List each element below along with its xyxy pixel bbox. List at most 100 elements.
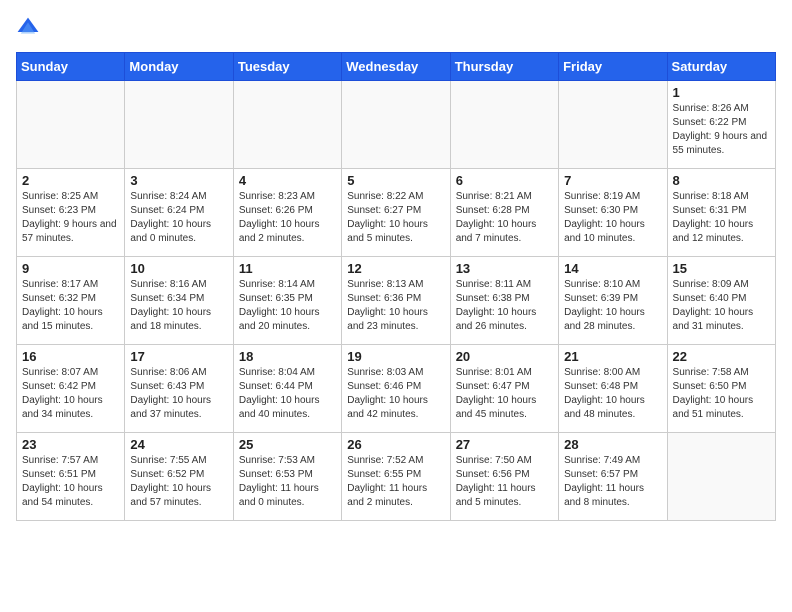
- calendar-cell: [342, 81, 450, 169]
- calendar-cell: [17, 81, 125, 169]
- day-info: Sunrise: 8:01 AM Sunset: 6:47 PM Dayligh…: [456, 366, 553, 422]
- calendar-cell: 14 Sunrise: 8:10 AM Sunset: 6:39 PM Dayli…: [559, 257, 667, 345]
- weekday-header-tuesday: Tuesday: [233, 53, 341, 81]
- day-number: 7: [564, 173, 661, 188]
- day-number: 3: [130, 173, 227, 188]
- day-info: Sunrise: 8:23 AM Sunset: 6:26 PM Dayligh…: [239, 190, 336, 246]
- calendar-cell: 9 Sunrise: 8:17 AM Sunset: 6:32 PM Daylig…: [17, 257, 125, 345]
- calendar-week-row: 16 Sunrise: 8:07 AM Sunset: 6:42 PM Dayli…: [17, 345, 776, 433]
- calendar-cell: 8 Sunrise: 8:18 AM Sunset: 6:31 PM Daylig…: [667, 169, 775, 257]
- calendar-cell: 7 Sunrise: 8:19 AM Sunset: 6:30 PM Daylig…: [559, 169, 667, 257]
- day-number: 26: [347, 437, 444, 452]
- calendar-cell: 25Sunrise: 7:53 AM Sunset: 6:53 PM Dayli…: [233, 433, 341, 521]
- day-number: 16: [22, 349, 119, 364]
- calendar-table: SundayMondayTuesdayWednesdayThursdayFrid…: [16, 52, 776, 521]
- day-number: 24: [130, 437, 227, 452]
- day-number: 4: [239, 173, 336, 188]
- calendar-cell: [450, 81, 558, 169]
- calendar-cell: 4 Sunrise: 8:23 AM Sunset: 6:26 PM Daylig…: [233, 169, 341, 257]
- weekday-header-sunday: Sunday: [17, 53, 125, 81]
- calendar-cell: 27 Sunrise: 7:50 AM Sunset: 6:56 PM Dayli…: [450, 433, 558, 521]
- day-info: Sunrise: 8:18 AM Sunset: 6:31 PM Dayligh…: [673, 190, 770, 246]
- day-info: Sunrise: 7:49 AM Sunset: 6:57 PM Dayligh…: [564, 454, 661, 510]
- day-number: 6: [456, 173, 553, 188]
- calendar-cell: 3 Sunrise: 8:24 AM Sunset: 6:24 PM Daylig…: [125, 169, 233, 257]
- day-number: 11: [239, 261, 336, 276]
- day-info: Sunrise: 8:19 AM Sunset: 6:30 PM Dayligh…: [564, 190, 661, 246]
- calendar-cell: 10 Sunrise: 8:16 AM Sunset: 6:34 PM Dayli…: [125, 257, 233, 345]
- day-number: 17: [130, 349, 227, 364]
- calendar-cell: 17 Sunrise: 8:06 AM Sunset: 6:43 PM Dayli…: [125, 345, 233, 433]
- day-info: Sunrise: 8:10 AM Sunset: 6:39 PM Dayligh…: [564, 278, 661, 334]
- calendar-week-row: 23 Sunrise: 7:57 AM Sunset: 6:51 PM Dayli…: [17, 433, 776, 521]
- calendar-cell: 23 Sunrise: 7:57 AM Sunset: 6:51 PM Dayli…: [17, 433, 125, 521]
- day-info: Sunrise: 8:13 AM Sunset: 6:36 PM Dayligh…: [347, 278, 444, 334]
- calendar-cell: 12 Sunrise: 8:13 AM Sunset: 6:36 PM Dayli…: [342, 257, 450, 345]
- day-number: 21: [564, 349, 661, 364]
- day-info: Sunrise: 7:52 AM Sunset: 6:55 PM Dayligh…: [347, 454, 444, 510]
- day-info: Sunrise: 8:07 AM Sunset: 6:42 PM Dayligh…: [22, 366, 119, 422]
- day-info: Sunrise: 8:17 AM Sunset: 6:32 PM Dayligh…: [22, 278, 119, 334]
- calendar-cell: 18 Sunrise: 8:04 AM Sunset: 6:44 PM Dayli…: [233, 345, 341, 433]
- day-number: 15: [673, 261, 770, 276]
- header: [16, 16, 776, 40]
- day-number: 14: [564, 261, 661, 276]
- day-number: 8: [673, 173, 770, 188]
- day-number: 22: [673, 349, 770, 364]
- calendar-cell: 15 Sunrise: 8:09 AM Sunset: 6:40 PM Dayli…: [667, 257, 775, 345]
- logo: [16, 16, 44, 40]
- day-number: 9: [22, 261, 119, 276]
- calendar-cell: 20 Sunrise: 8:01 AM Sunset: 6:47 PM Dayli…: [450, 345, 558, 433]
- calendar-cell: 1Sunrise: 8:26 AM Sunset: 6:22 PM Daylig…: [667, 81, 775, 169]
- calendar-cell: [233, 81, 341, 169]
- day-info: Sunrise: 7:55 AM Sunset: 6:52 PM Dayligh…: [130, 454, 227, 510]
- day-info: Sunrise: 8:21 AM Sunset: 6:28 PM Dayligh…: [456, 190, 553, 246]
- weekday-header-wednesday: Wednesday: [342, 53, 450, 81]
- day-number: 10: [130, 261, 227, 276]
- calendar-cell: [559, 81, 667, 169]
- weekday-header-thursday: Thursday: [450, 53, 558, 81]
- day-info: Sunrise: 8:06 AM Sunset: 6:43 PM Dayligh…: [130, 366, 227, 422]
- day-info: Sunrise: 8:25 AM Sunset: 6:23 PM Dayligh…: [22, 190, 119, 246]
- day-number: 2: [22, 173, 119, 188]
- day-info: Sunrise: 8:03 AM Sunset: 6:46 PM Dayligh…: [347, 366, 444, 422]
- calendar-cell: 11 Sunrise: 8:14 AM Sunset: 6:35 PM Dayli…: [233, 257, 341, 345]
- calendar-cell: 5Sunrise: 8:22 AM Sunset: 6:27 PM Daylig…: [342, 169, 450, 257]
- day-number: 13: [456, 261, 553, 276]
- day-info: Sunrise: 8:14 AM Sunset: 6:35 PM Dayligh…: [239, 278, 336, 334]
- day-number: 12: [347, 261, 444, 276]
- day-number: 23: [22, 437, 119, 452]
- day-number: 28: [564, 437, 661, 452]
- day-info: Sunrise: 7:50 AM Sunset: 6:56 PM Dayligh…: [456, 454, 553, 510]
- calendar-cell: 24 Sunrise: 7:55 AM Sunset: 6:52 PM Dayli…: [125, 433, 233, 521]
- weekday-header-row: SundayMondayTuesdayWednesdayThursdayFrid…: [17, 53, 776, 81]
- day-info: Sunrise: 8:04 AM Sunset: 6:44 PM Dayligh…: [239, 366, 336, 422]
- calendar-week-row: 1Sunrise: 8:26 AM Sunset: 6:22 PM Daylig…: [17, 81, 776, 169]
- day-info: Sunrise: 7:57 AM Sunset: 6:51 PM Dayligh…: [22, 454, 119, 510]
- day-number: 18: [239, 349, 336, 364]
- day-info: Sunrise: 7:53 AM Sunset: 6:53 PM Dayligh…: [239, 454, 336, 510]
- calendar-cell: 22Sunrise: 7:58 AM Sunset: 6:50 PM Dayli…: [667, 345, 775, 433]
- day-info: Sunrise: 8:09 AM Sunset: 6:40 PM Dayligh…: [673, 278, 770, 334]
- weekday-header-friday: Friday: [559, 53, 667, 81]
- day-number: 19: [347, 349, 444, 364]
- day-number: 20: [456, 349, 553, 364]
- day-info: Sunrise: 8:11 AM Sunset: 6:38 PM Dayligh…: [456, 278, 553, 334]
- calendar-cell: 16 Sunrise: 8:07 AM Sunset: 6:42 PM Dayli…: [17, 345, 125, 433]
- day-info: Sunrise: 8:00 AM Sunset: 6:48 PM Dayligh…: [564, 366, 661, 422]
- weekday-header-monday: Monday: [125, 53, 233, 81]
- calendar-cell: 13 Sunrise: 8:11 AM Sunset: 6:38 PM Dayli…: [450, 257, 558, 345]
- calendar-week-row: 2 Sunrise: 8:25 AM Sunset: 6:23 PM Daylig…: [17, 169, 776, 257]
- calendar-cell: 28 Sunrise: 7:49 AM Sunset: 6:57 PM Dayli…: [559, 433, 667, 521]
- calendar-cell: 6 Sunrise: 8:21 AM Sunset: 6:28 PM Daylig…: [450, 169, 558, 257]
- calendar-cell: [667, 433, 775, 521]
- calendar-cell: 19 Sunrise: 8:03 AM Sunset: 6:46 PM Dayli…: [342, 345, 450, 433]
- day-number: 27: [456, 437, 553, 452]
- calendar-cell: 26 Sunrise: 7:52 AM Sunset: 6:55 PM Dayli…: [342, 433, 450, 521]
- day-info: Sunrise: 8:22 AM Sunset: 6:27 PM Dayligh…: [347, 190, 444, 246]
- day-info: Sunrise: 8:16 AM Sunset: 6:34 PM Dayligh…: [130, 278, 227, 334]
- day-info: Sunrise: 8:24 AM Sunset: 6:24 PM Dayligh…: [130, 190, 227, 246]
- day-info: Sunrise: 8:26 AM Sunset: 6:22 PM Dayligh…: [673, 102, 770, 158]
- calendar-week-row: 9 Sunrise: 8:17 AM Sunset: 6:32 PM Daylig…: [17, 257, 776, 345]
- calendar-cell: 21 Sunrise: 8:00 AM Sunset: 6:48 PM Dayli…: [559, 345, 667, 433]
